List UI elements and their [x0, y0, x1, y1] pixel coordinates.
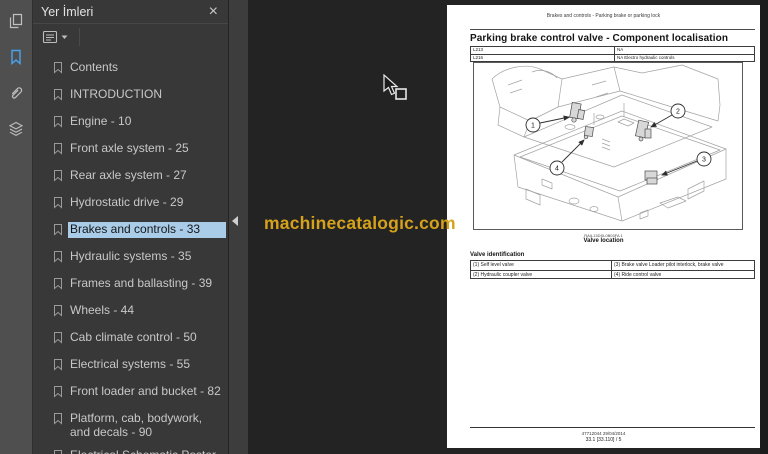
- collapse-panel-icon[interactable]: [232, 216, 238, 226]
- close-icon[interactable]: ×: [207, 3, 220, 19]
- footer-page-number: 33.1 [33.110] / 5: [585, 437, 622, 443]
- bookmark-item-wheels[interactable]: Wheels - 44: [33, 303, 228, 322]
- chevron-down-icon: [61, 35, 68, 39]
- bookmark-icon: [53, 168, 64, 187]
- running-header: Brakes and controls - Parking brake or p…: [546, 13, 661, 19]
- model-table: L213 NA L216 NA Electro hydraulic contro…: [470, 46, 755, 62]
- callout-3: 3: [702, 157, 706, 164]
- bookmark-item-front-axle[interactable]: Front axle system - 25: [33, 141, 228, 160]
- page-thumbnails-icon: [8, 13, 24, 29]
- bookmark-icon: [8, 49, 24, 65]
- attachments-button[interactable]: [0, 78, 32, 108]
- table-row: L213 NA: [471, 47, 754, 54]
- diagram-callouts: 1 2 3 4: [525, 103, 712, 176]
- table-row: (2) Hydraulic coupler valve (4) Ride con…: [471, 269, 754, 278]
- model-code: L213: [473, 47, 484, 52]
- bookmark-options-button[interactable]: [39, 28, 71, 46]
- model-code: L216: [473, 55, 484, 60]
- bookmark-list: Contents INTRODUCTION Engine - 10 Front …: [33, 50, 228, 454]
- bookmark-item-cab-climate[interactable]: Cab climate control - 50: [33, 330, 228, 349]
- callout-2: 2: [676, 109, 680, 116]
- header-rule: [470, 29, 755, 30]
- bookmark-icon: [53, 60, 64, 79]
- page-thumbnails-button[interactable]: [0, 6, 32, 36]
- bookmark-icon: [53, 141, 64, 160]
- footer-rule: [470, 427, 755, 428]
- bookmark-item-brakes-selected[interactable]: Brakes and controls - 33: [33, 222, 228, 241]
- bookmark-icon: [53, 87, 64, 106]
- bookmark-icon: [53, 448, 64, 454]
- bookmarks-panel-title: Yer İmleri: [41, 4, 94, 19]
- panel-splitter[interactable]: [229, 0, 248, 454]
- bookmark-icon: [53, 330, 64, 349]
- bookmark-icon: [53, 411, 64, 430]
- table-row: L216 NA Electro hydraulic controls: [471, 54, 754, 61]
- scrollbar-track[interactable]: [760, 0, 768, 454]
- bookmark-icon: [53, 249, 64, 268]
- bookmark-icon: [53, 222, 64, 241]
- layers-button[interactable]: [0, 114, 32, 144]
- valve-cell: (2) Hydraulic coupler valve: [473, 271, 533, 278]
- bookmark-icon: [53, 114, 64, 133]
- pdf-page: Brakes and controls - Parking brake or p…: [447, 5, 760, 448]
- valve-identification-table: (1) Self level valve (3) Brake valve Loa…: [470, 260, 755, 279]
- bookmarks-panel: Yer İmleri × Contents INTRODUCTION Engin…: [32, 0, 228, 454]
- bookmark-icon: [53, 195, 64, 214]
- toolbar-divider: [79, 28, 80, 46]
- bookmark-icon: [53, 276, 64, 295]
- callout-4: 4: [555, 166, 559, 173]
- bookmark-item-engine[interactable]: Engine - 10: [33, 114, 228, 133]
- bookmarks-panel-button[interactable]: [0, 42, 32, 72]
- valve-cell: (3) Brake valve Loader pilot interlock, …: [611, 261, 754, 270]
- paperclip-icon: [8, 85, 24, 101]
- layers-icon: [8, 121, 24, 137]
- bookmark-item-elec-poster-1[interactable]: Electrical Schematic Poster - 47547372: [33, 448, 228, 454]
- valve-location-diagram: 1 2 3 4: [473, 62, 743, 230]
- valve-identification-heading: Valve identification: [470, 252, 525, 258]
- bookmarks-toolbar: [33, 24, 228, 50]
- bookmark-icon: [53, 384, 64, 403]
- bookmark-item-front-loader[interactable]: Front loader and bucket - 82: [33, 384, 228, 403]
- model-desc: NA Electro hydraulic controls: [614, 55, 754, 61]
- select-object-cursor: [383, 73, 411, 109]
- bookmark-icon: [53, 357, 64, 376]
- bookmark-item-rear-axle[interactable]: Rear axle system - 27: [33, 168, 228, 187]
- bookmarks-panel-header: Yer İmleri ×: [33, 0, 228, 24]
- valve-cell: (1) Self level valve: [473, 262, 514, 268]
- table-row: (1) Self level valve (3) Brake valve Loa…: [471, 261, 754, 270]
- left-tool-rail: [0, 0, 32, 454]
- bookmark-item-hydraulic-systems[interactable]: Hydraulic systems - 35: [33, 249, 228, 268]
- bookmark-item-electrical-systems[interactable]: Electrical systems - 55: [33, 357, 228, 376]
- model-desc: NA: [614, 47, 754, 54]
- footer-reference: 47712044 29/04/2014: [581, 431, 626, 436]
- options-list-icon: [42, 30, 58, 44]
- bookmark-item-platform[interactable]: Platform, cab, bodywork, and decals - 90: [33, 411, 228, 440]
- page-title: Parking brake control valve - Component …: [470, 33, 729, 44]
- valve-cell: (4) Ride control valve: [611, 270, 754, 278]
- bookmark-item-hydrostatic[interactable]: Hydrostatic drive - 29: [33, 195, 228, 214]
- callout-1: 1: [531, 123, 535, 130]
- bookmark-icon: [53, 303, 64, 322]
- bookmark-item-contents[interactable]: Contents: [33, 60, 228, 79]
- pdf-viewer-window: Yer İmleri × Contents INTRODUCTION Engin…: [0, 0, 768, 454]
- bookmark-item-introduction[interactable]: INTRODUCTION: [33, 87, 228, 106]
- watermark-text: machinecatalogic.com: [264, 213, 456, 233]
- bookmark-item-frames[interactable]: Frames and ballasting - 39: [33, 276, 228, 295]
- figure-caption: Valve location: [583, 238, 624, 244]
